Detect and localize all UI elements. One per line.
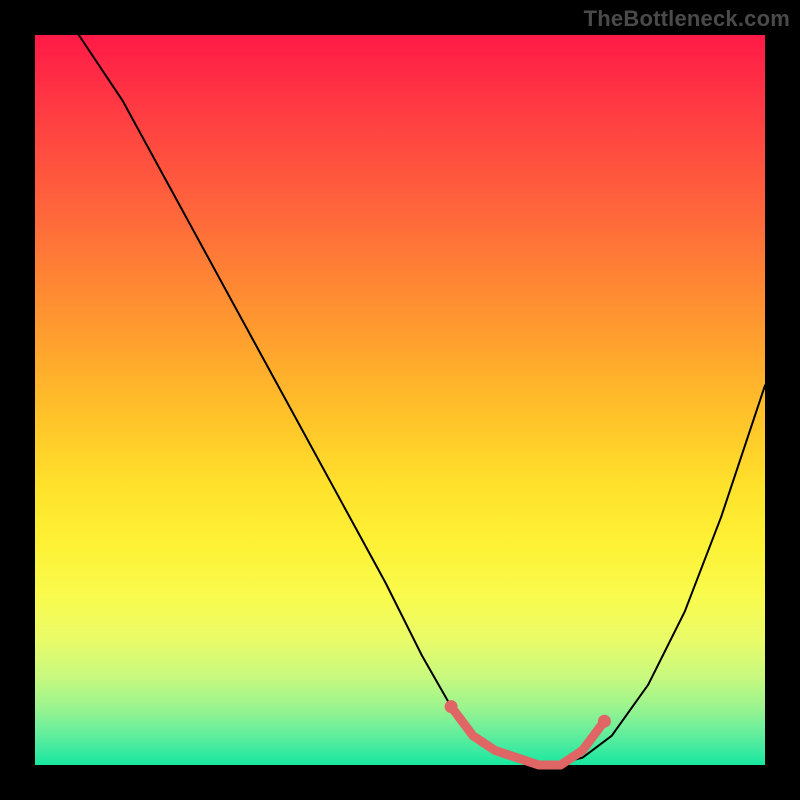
plot-background-gradient [35,35,765,765]
chart-frame: TheBottleneck.com [0,0,800,800]
watermark-text: TheBottleneck.com [584,6,790,32]
